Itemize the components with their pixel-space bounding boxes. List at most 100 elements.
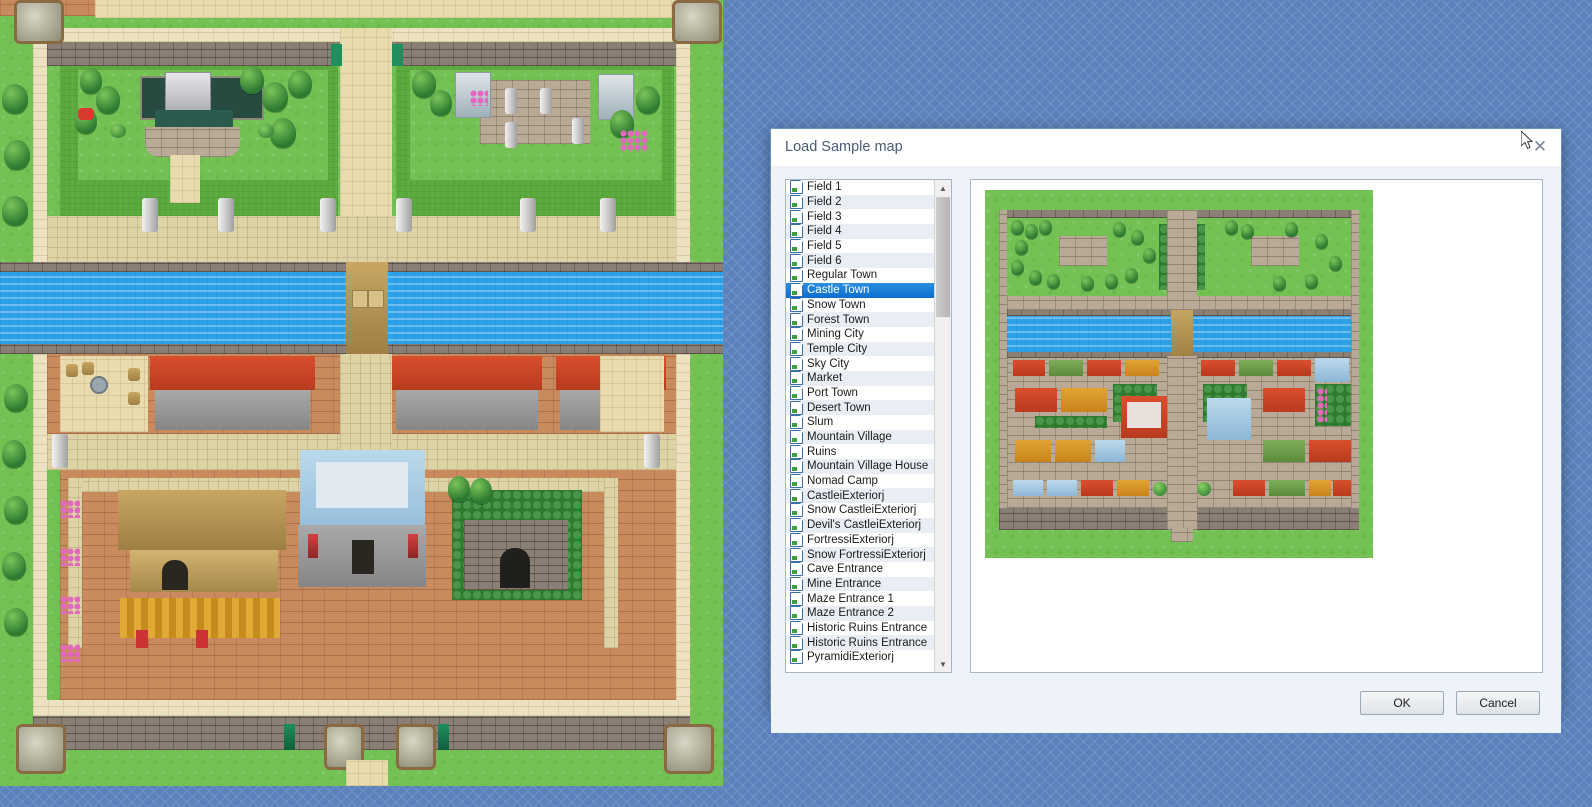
map-banner: [392, 44, 403, 66]
map-tree: [4, 608, 28, 636]
sample-map-list[interactable]: Field 1 Field 2 Field 3 Field 4 Field 5 Field…: [786, 180, 935, 672]
list-item[interactable]: Snow CastleiExteriorj: [786, 503, 935, 518]
list-item[interactable]: Snow FortressiExteriorj: [786, 547, 935, 562]
preview-house: [1309, 440, 1351, 462]
map-tree: [2, 196, 28, 226]
list-item[interactable]: Market: [786, 370, 935, 386]
list-item-label: PyramidiExteriorj: [807, 651, 894, 664]
map-file-icon: [790, 547, 803, 562]
map-tree: [4, 496, 28, 524]
list-item[interactable]: Mountain Village: [786, 429, 935, 445]
map-barrel: [82, 362, 94, 375]
preview-south-gate: [1171, 528, 1193, 542]
list-item-label: Mine Entrance: [807, 577, 882, 590]
preview-house: [1309, 480, 1331, 496]
preview-tree: [1029, 270, 1042, 285]
list-item[interactable]: Field 5: [786, 239, 935, 254]
list-item[interactable]: FortressiExteriorj: [786, 532, 935, 548]
map-file-icon: [790, 503, 803, 518]
list-item-label: Field 2: [807, 196, 842, 209]
list-item[interactable]: Field 3: [786, 209, 935, 224]
list-item[interactable]: Devil's CastleiExteriorj: [786, 517, 935, 533]
list-item[interactable]: Field 4: [786, 224, 935, 239]
list-item-label: Port Town: [807, 386, 858, 399]
map-file-icon: [790, 474, 803, 489]
list-scrollbar[interactable]: ▲ ▼: [934, 180, 951, 672]
list-item[interactable]: Historic Ruins Entrance: [786, 620, 935, 636]
map-file-icon: [790, 488, 803, 503]
map-tree: [4, 140, 30, 170]
list-item[interactable]: Field 6: [786, 253, 935, 269]
preview-bridge: [1171, 308, 1193, 360]
map-bush: [258, 124, 274, 138]
map-file-icon: [790, 620, 803, 635]
preview-tree: [1011, 220, 1024, 235]
map-pillar: [644, 434, 660, 468]
list-item[interactable]: Slum: [786, 415, 935, 430]
map-pink-flowers: [60, 500, 80, 518]
list-item-label: Cave Entrance: [807, 563, 884, 576]
map-ruins-entrance: [500, 548, 530, 588]
map-left-garden-path: [170, 155, 200, 203]
list-item[interactable]: PyramidiExteriorj: [786, 650, 935, 665]
map-central-road-top: [340, 28, 392, 218]
scroll-down-button[interactable]: ▼: [935, 656, 951, 672]
map-tree: [96, 86, 120, 114]
map-tree: [430, 90, 452, 116]
sample-map-listbox[interactable]: Field 1 Field 2 Field 3 Field 4 Field 5 Field…: [785, 179, 952, 673]
map-pillar: [396, 198, 412, 232]
list-item-label: Market: [807, 372, 843, 385]
list-item[interactable]: Port Town: [786, 385, 935, 401]
list-item[interactable]: Temple City: [786, 341, 935, 357]
map-top-path: [95, 0, 695, 18]
map-banner: [331, 44, 342, 66]
list-item-label: Field 1: [807, 181, 842, 194]
scroll-up-button[interactable]: ▲: [935, 180, 951, 196]
map-file-icon: [790, 239, 803, 254]
dialog-title: Load Sample map: [785, 139, 903, 155]
list-item[interactable]: Mining City: [786, 327, 935, 342]
close-icon[interactable]: ✕: [1525, 134, 1555, 160]
list-item-label: Temple City: [807, 342, 868, 355]
list-item[interactable]: Castle Town: [786, 282, 935, 298]
ok-button[interactable]: OK: [1360, 691, 1444, 715]
map-file-icon: [790, 341, 803, 356]
list-item[interactable]: Regular Town: [786, 268, 935, 283]
preview-bush: [1153, 482, 1167, 496]
list-item[interactable]: Snow Town: [786, 297, 935, 313]
map-file-icon: [790, 635, 803, 650]
list-item[interactable]: Maze Entrance 2: [786, 605, 935, 621]
app-root: Load Sample map ✕ Field 1 Field 2 Field 3F…: [0, 0, 1592, 807]
map-barrel: [128, 368, 140, 381]
map-file-icon: [790, 459, 803, 474]
list-item[interactable]: Mountain Village House: [786, 459, 935, 474]
scrollbar-thumb[interactable]: [936, 197, 950, 317]
list-item[interactable]: Cave Entrance: [786, 562, 935, 577]
map-banner: [284, 724, 295, 750]
list-item[interactable]: CastleiExteriorj: [786, 488, 935, 504]
preview-house: [1061, 388, 1107, 412]
list-item-label: FortressiExteriorj: [807, 533, 894, 546]
list-item[interactable]: Field 1: [786, 180, 935, 195]
list-item[interactable]: Field 2: [786, 194, 935, 210]
list-item[interactable]: Mine Entrance: [786, 576, 935, 592]
list-item[interactable]: Maze Entrance 1: [786, 591, 935, 606]
list-item[interactable]: Forest Town: [786, 312, 935, 327]
list-item[interactable]: Nomad Camp: [786, 474, 935, 489]
map-file-icon: [790, 356, 803, 371]
cancel-button[interactable]: Cancel: [1456, 691, 1540, 715]
preview-house: [1233, 480, 1265, 496]
list-item[interactable]: Ruins: [786, 444, 935, 459]
preview-tree: [1305, 274, 1318, 289]
map-bridge-plank: [352, 290, 368, 308]
map-left-plaza: [145, 127, 240, 157]
map-canvas[interactable]: [0, 0, 723, 786]
preview-flowers: [1317, 388, 1327, 422]
map-file-icon: [790, 371, 803, 386]
map-yard-right: [600, 356, 664, 432]
list-item[interactable]: Desert Town: [786, 400, 935, 415]
list-item[interactable]: Sky City: [786, 356, 935, 371]
map-preview-panel: [970, 179, 1543, 673]
preview-tree: [1011, 260, 1024, 275]
list-item[interactable]: Historic Ruins Entrance: [786, 635, 935, 650]
